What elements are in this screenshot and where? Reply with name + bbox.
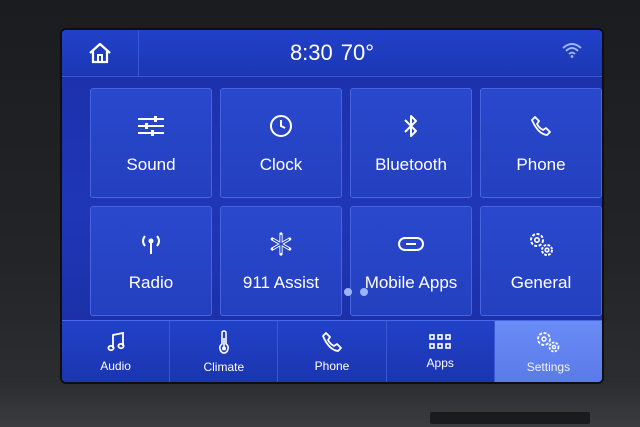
status-bar: 8:30 70° (62, 30, 602, 77)
settings-grid: Sound Clock Bluetooth Phone Radio 911 As… (86, 82, 602, 322)
wifi-icon (562, 42, 582, 58)
apps-grid-icon (429, 334, 452, 350)
music-note-icon (106, 331, 126, 353)
bluetooth-icon (396, 111, 426, 141)
gears-icon (526, 229, 556, 259)
asterisk-icon (266, 229, 296, 259)
gears-icon (535, 330, 561, 354)
nav-label: Audio (100, 359, 131, 373)
page-indicator (344, 288, 368, 296)
phone-icon (526, 111, 556, 141)
tile-radio[interactable]: Radio (90, 206, 212, 316)
phone-icon (321, 331, 343, 353)
clock-temperature: 8:30 70° (62, 30, 602, 76)
tile-label: Clock (259, 155, 303, 174)
tile-label: 911 Assist (242, 273, 320, 292)
tile-label: Mobile Apps (364, 273, 458, 292)
home-icon (88, 42, 112, 64)
tile-911-assist[interactable]: 911 Assist (220, 206, 342, 316)
tile-label: Phone (516, 155, 566, 174)
tile-phone[interactable]: Phone (480, 88, 602, 198)
thermometer-icon (217, 330, 231, 354)
bottom-nav: Audio Climate Phone Apps Settings (62, 320, 602, 382)
nav-climate[interactable]: Climate (170, 321, 279, 382)
nav-label: Phone (314, 359, 350, 373)
bezel-slot (430, 412, 590, 424)
equalizer-icon (136, 111, 166, 141)
tile-label: Bluetooth (375, 155, 447, 174)
radio-antenna-icon (136, 229, 166, 259)
nav-audio[interactable]: Audio (62, 321, 171, 382)
nav-phone[interactable]: Phone (278, 321, 387, 382)
time-display: 8:30 (289, 40, 333, 65)
clock-icon (266, 111, 296, 141)
mobile-apps-icon (396, 229, 426, 259)
tile-sound[interactable]: Sound (90, 88, 212, 198)
home-button[interactable] (62, 30, 139, 76)
tile-label: General (510, 273, 572, 292)
tile-clock[interactable]: Clock (220, 88, 342, 198)
nav-label: Apps (426, 356, 454, 370)
nav-settings[interactable]: Settings (494, 321, 602, 382)
nav-label: Climate (203, 360, 245, 374)
page-dot[interactable] (344, 288, 352, 296)
tile-label: Sound (126, 155, 176, 174)
infotainment-screen: 8:30 70° Sound Clock Bluetooth Phone Rad… (62, 30, 602, 382)
tile-general[interactable]: General (480, 206, 602, 316)
tile-bluetooth[interactable]: Bluetooth (350, 88, 472, 198)
temperature-display: 70° (340, 40, 375, 65)
page-dot[interactable] (360, 288, 368, 296)
nav-label: Settings (526, 360, 571, 374)
nav-apps[interactable]: Apps (387, 321, 495, 382)
tile-mobile-apps[interactable]: Mobile Apps (350, 206, 472, 316)
tile-label: Radio (128, 273, 174, 292)
